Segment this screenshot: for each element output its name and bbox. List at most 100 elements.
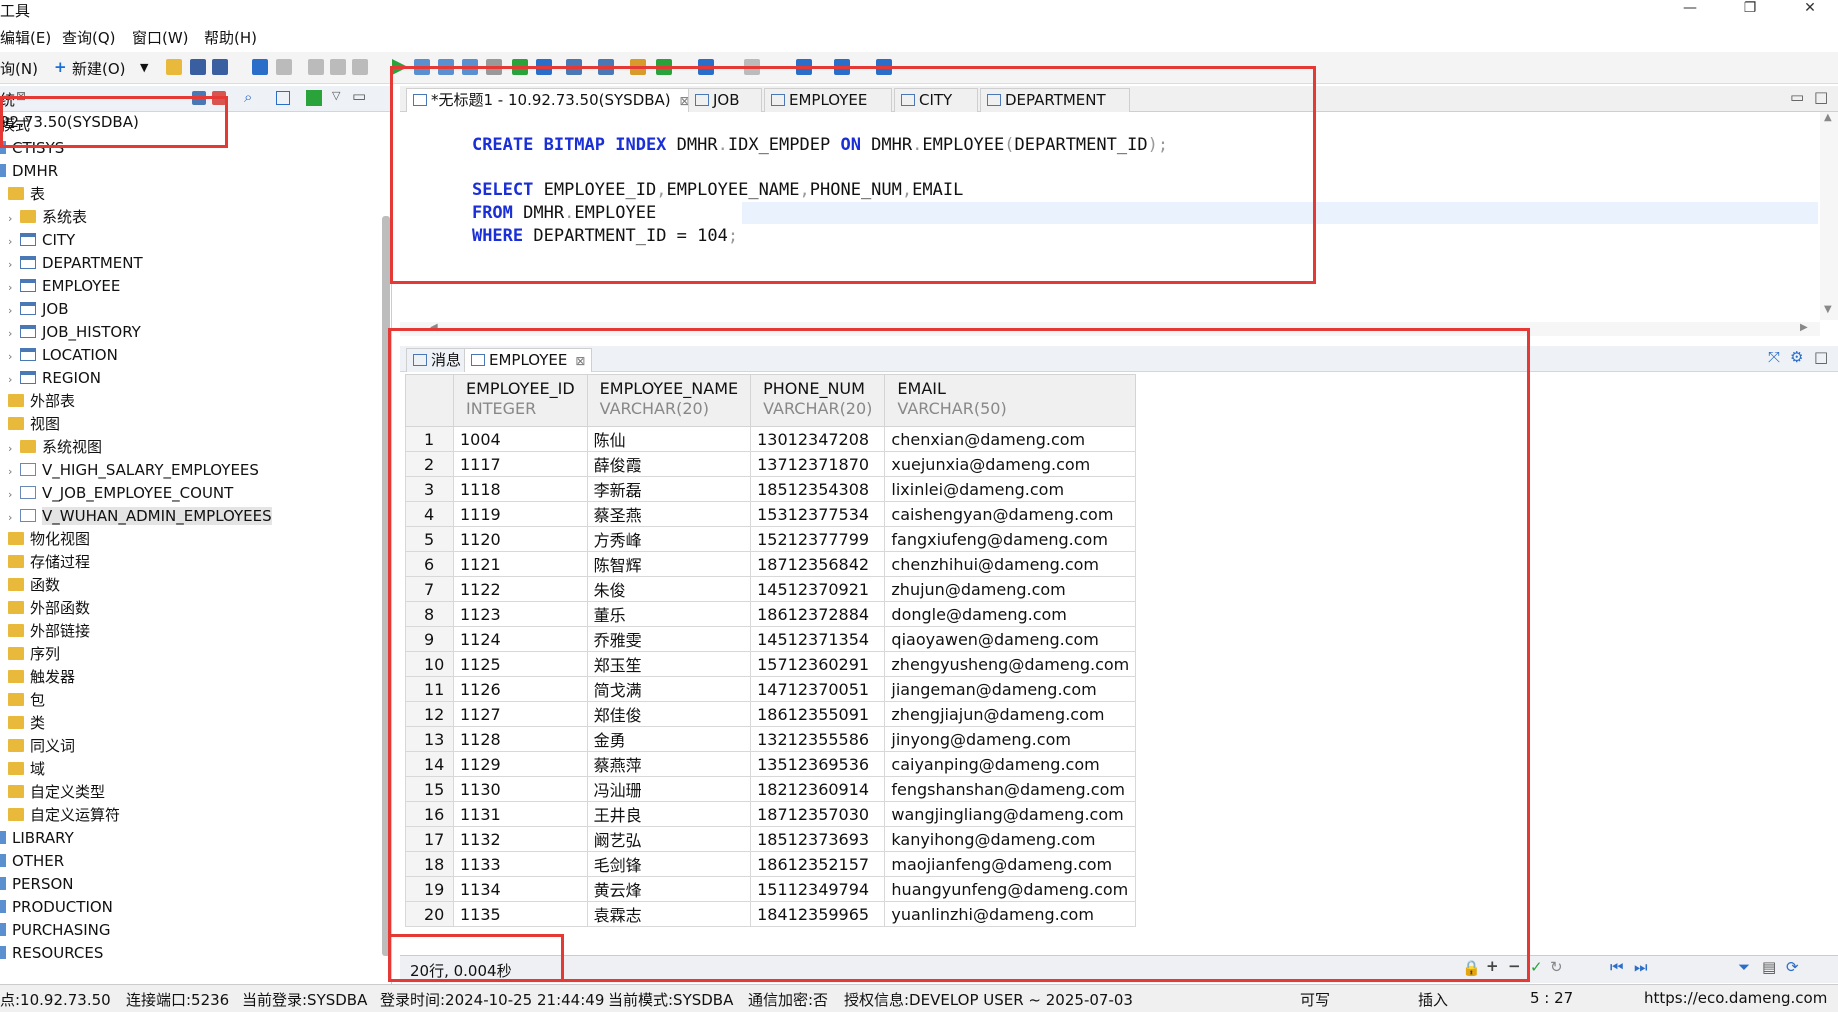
minimize-panel-icon[interactable]: ▭: [352, 87, 366, 105]
menu-edit[interactable]: 编辑(E): [0, 27, 51, 48]
search-icon[interactable]: ⌕: [244, 88, 252, 106]
query-button[interactable]: 询(N): [0, 58, 38, 79]
menu-window[interactable]: 窗口(W): [132, 27, 189, 48]
paste-icon[interactable]: [352, 59, 368, 75]
scroll-right-icon[interactable]: ▶: [1800, 322, 1808, 333]
expand-arrow-icon[interactable]: ›: [8, 506, 20, 529]
expand-arrow-icon[interactable]: ›: [8, 322, 20, 345]
expand-arrow-icon[interactable]: ›: [8, 483, 20, 506]
table-icon: [20, 279, 36, 292]
tree-node[interactable]: 自定义运算符: [0, 804, 120, 827]
refresh-icon[interactable]: ↻: [1550, 958, 1563, 976]
collapse-icon[interactable]: [276, 91, 290, 105]
tree-node-label: RESOURCES: [12, 944, 104, 962]
menu-bar: 编辑(E) 查询(Q) 窗口(W) 帮助(H): [0, 24, 1838, 50]
tree-node[interactable]: PERSON: [0, 873, 74, 896]
tree-node[interactable]: › 系统视图: [8, 436, 102, 459]
copy-icon[interactable]: [330, 59, 346, 75]
reload-icon[interactable]: ⟳: [1786, 958, 1799, 976]
tree-node[interactable]: › CITY: [8, 229, 75, 252]
scroll-down-icon[interactable]: ▼: [1824, 304, 1832, 315]
export-icon[interactable]: ▤: [1762, 958, 1776, 976]
folder-icon: [8, 578, 24, 591]
settings-icon[interactable]: ⚙: [1790, 348, 1803, 366]
tree-node-label: V_JOB_EMPLOYEE_COUNT: [42, 484, 234, 502]
save-icon[interactable]: [190, 59, 206, 75]
filter-icon[interactable]: [306, 90, 322, 106]
expand-arrow-icon[interactable]: ›: [8, 230, 20, 253]
tree-node[interactable]: 外部链接: [0, 620, 90, 643]
tree-node-label: 自定义运算符: [30, 806, 121, 824]
tree-node[interactable]: 视图: [0, 413, 60, 436]
undo-icon[interactable]: [252, 59, 268, 75]
minimize-editor-icon[interactable]: ▭: [1790, 88, 1804, 106]
tree-node[interactable]: 包: [0, 689, 45, 712]
chevron-down-icon[interactable]: ▼: [140, 61, 148, 74]
tree-node[interactable]: › LOCATION: [8, 344, 118, 367]
tree-node[interactable]: 触发器: [0, 666, 75, 689]
schema-icon: [0, 877, 6, 890]
expand-arrow-icon[interactable]: ›: [8, 368, 20, 391]
open-folder-icon[interactable]: [166, 59, 182, 75]
status-url[interactable]: https://eco.dameng.com: [1644, 989, 1827, 1007]
view-menu-icon[interactable]: ▽: [332, 89, 340, 102]
tree-node[interactable]: › V_HIGH_SALARY_EMPLOYEES: [8, 459, 259, 482]
tree-node[interactable]: › JOB_HISTORY: [8, 321, 141, 344]
expand-arrow-icon[interactable]: ›: [8, 345, 20, 368]
restore-icon[interactable]: ❐: [1730, 0, 1770, 22]
tree-node[interactable]: › DEPARTMENT: [8, 252, 143, 275]
tree-node[interactable]: › 系统表: [8, 206, 87, 229]
maximize-editor-icon[interactable]: □: [1814, 88, 1828, 106]
menu-help[interactable]: 帮助(H): [204, 27, 257, 48]
first-page-icon[interactable]: ⏮: [1610, 958, 1624, 976]
tree-node-label: 自定义类型: [30, 783, 106, 801]
tree-node[interactable]: RESOURCES: [0, 942, 103, 965]
last-page-icon[interactable]: ⏭: [1634, 958, 1648, 976]
collapse-results-icon[interactable]: ⤧: [1768, 348, 1780, 366]
tree-node[interactable]: 外部函数: [0, 597, 90, 620]
tree-node[interactable]: PRODUCTION: [0, 896, 113, 919]
new-button[interactable]: 新建(O): [72, 58, 126, 79]
editor-vertical-scrollbar[interactable]: ▲ ▼: [1820, 112, 1838, 320]
tree-node-label: 物化视图: [30, 530, 91, 548]
tree-node-label: 同义词: [30, 737, 76, 755]
tree-node[interactable]: › REGION: [8, 367, 101, 390]
maximize-results-icon[interactable]: □: [1814, 348, 1828, 366]
tree-node[interactable]: 物化视图: [0, 528, 90, 551]
tree-node[interactable]: DMHR: [0, 160, 58, 183]
expand-arrow-icon[interactable]: ›: [8, 276, 20, 299]
tree-node[interactable]: 类: [0, 712, 45, 735]
tree-node[interactable]: LIBRARY: [0, 827, 74, 850]
tree-node[interactable]: › V_WUHAN_ADMIN_EMPLOYEES: [8, 505, 272, 528]
filter-results-icon[interactable]: ⏷: [1738, 958, 1750, 976]
tree-node[interactable]: 域: [0, 758, 45, 781]
tree-node[interactable]: 表: [0, 183, 45, 206]
redo-icon[interactable]: [276, 59, 292, 75]
tree-node[interactable]: 同义词: [0, 735, 75, 758]
menu-query[interactable]: 查询(Q): [62, 27, 116, 48]
tree-node[interactable]: 自定义类型: [0, 781, 105, 804]
expand-arrow-icon[interactable]: ›: [8, 299, 20, 322]
expand-arrow-icon[interactable]: ›: [8, 253, 20, 276]
expand-arrow-icon[interactable]: ›: [8, 460, 20, 483]
tree-node[interactable]: 函数: [0, 574, 60, 597]
save-result-icon[interactable]: ✓: [1530, 958, 1543, 976]
close-icon[interactable]: ✕: [1790, 0, 1830, 22]
scroll-up-icon[interactable]: ▲: [1824, 112, 1832, 123]
tree-node[interactable]: 存储过程: [0, 551, 90, 574]
tree-node[interactable]: 序列: [0, 643, 60, 666]
status-bar: 点:10.92.73.50 连接端口:5236 当前登录:SYSDBA 登录时间…: [0, 984, 1838, 1012]
expand-arrow-icon[interactable]: ›: [8, 437, 20, 460]
save-all-icon[interactable]: [212, 59, 228, 75]
tree-node[interactable]: 外部表: [0, 390, 75, 413]
tree-node[interactable]: OTHER: [0, 850, 64, 873]
cut-icon[interactable]: [308, 59, 324, 75]
minimize-icon[interactable]: —: [1670, 0, 1710, 22]
tree-node[interactable]: › JOB: [8, 298, 69, 321]
tree-node[interactable]: PURCHASING: [0, 919, 111, 942]
schema-icon: [0, 831, 6, 844]
tree-node[interactable]: › EMPLOYEE: [8, 275, 120, 298]
tree-node[interactable]: › V_JOB_EMPLOYEE_COUNT: [8, 482, 233, 505]
tree-node-label: 序列: [30, 645, 61, 663]
expand-arrow-icon[interactable]: ›: [8, 207, 20, 230]
